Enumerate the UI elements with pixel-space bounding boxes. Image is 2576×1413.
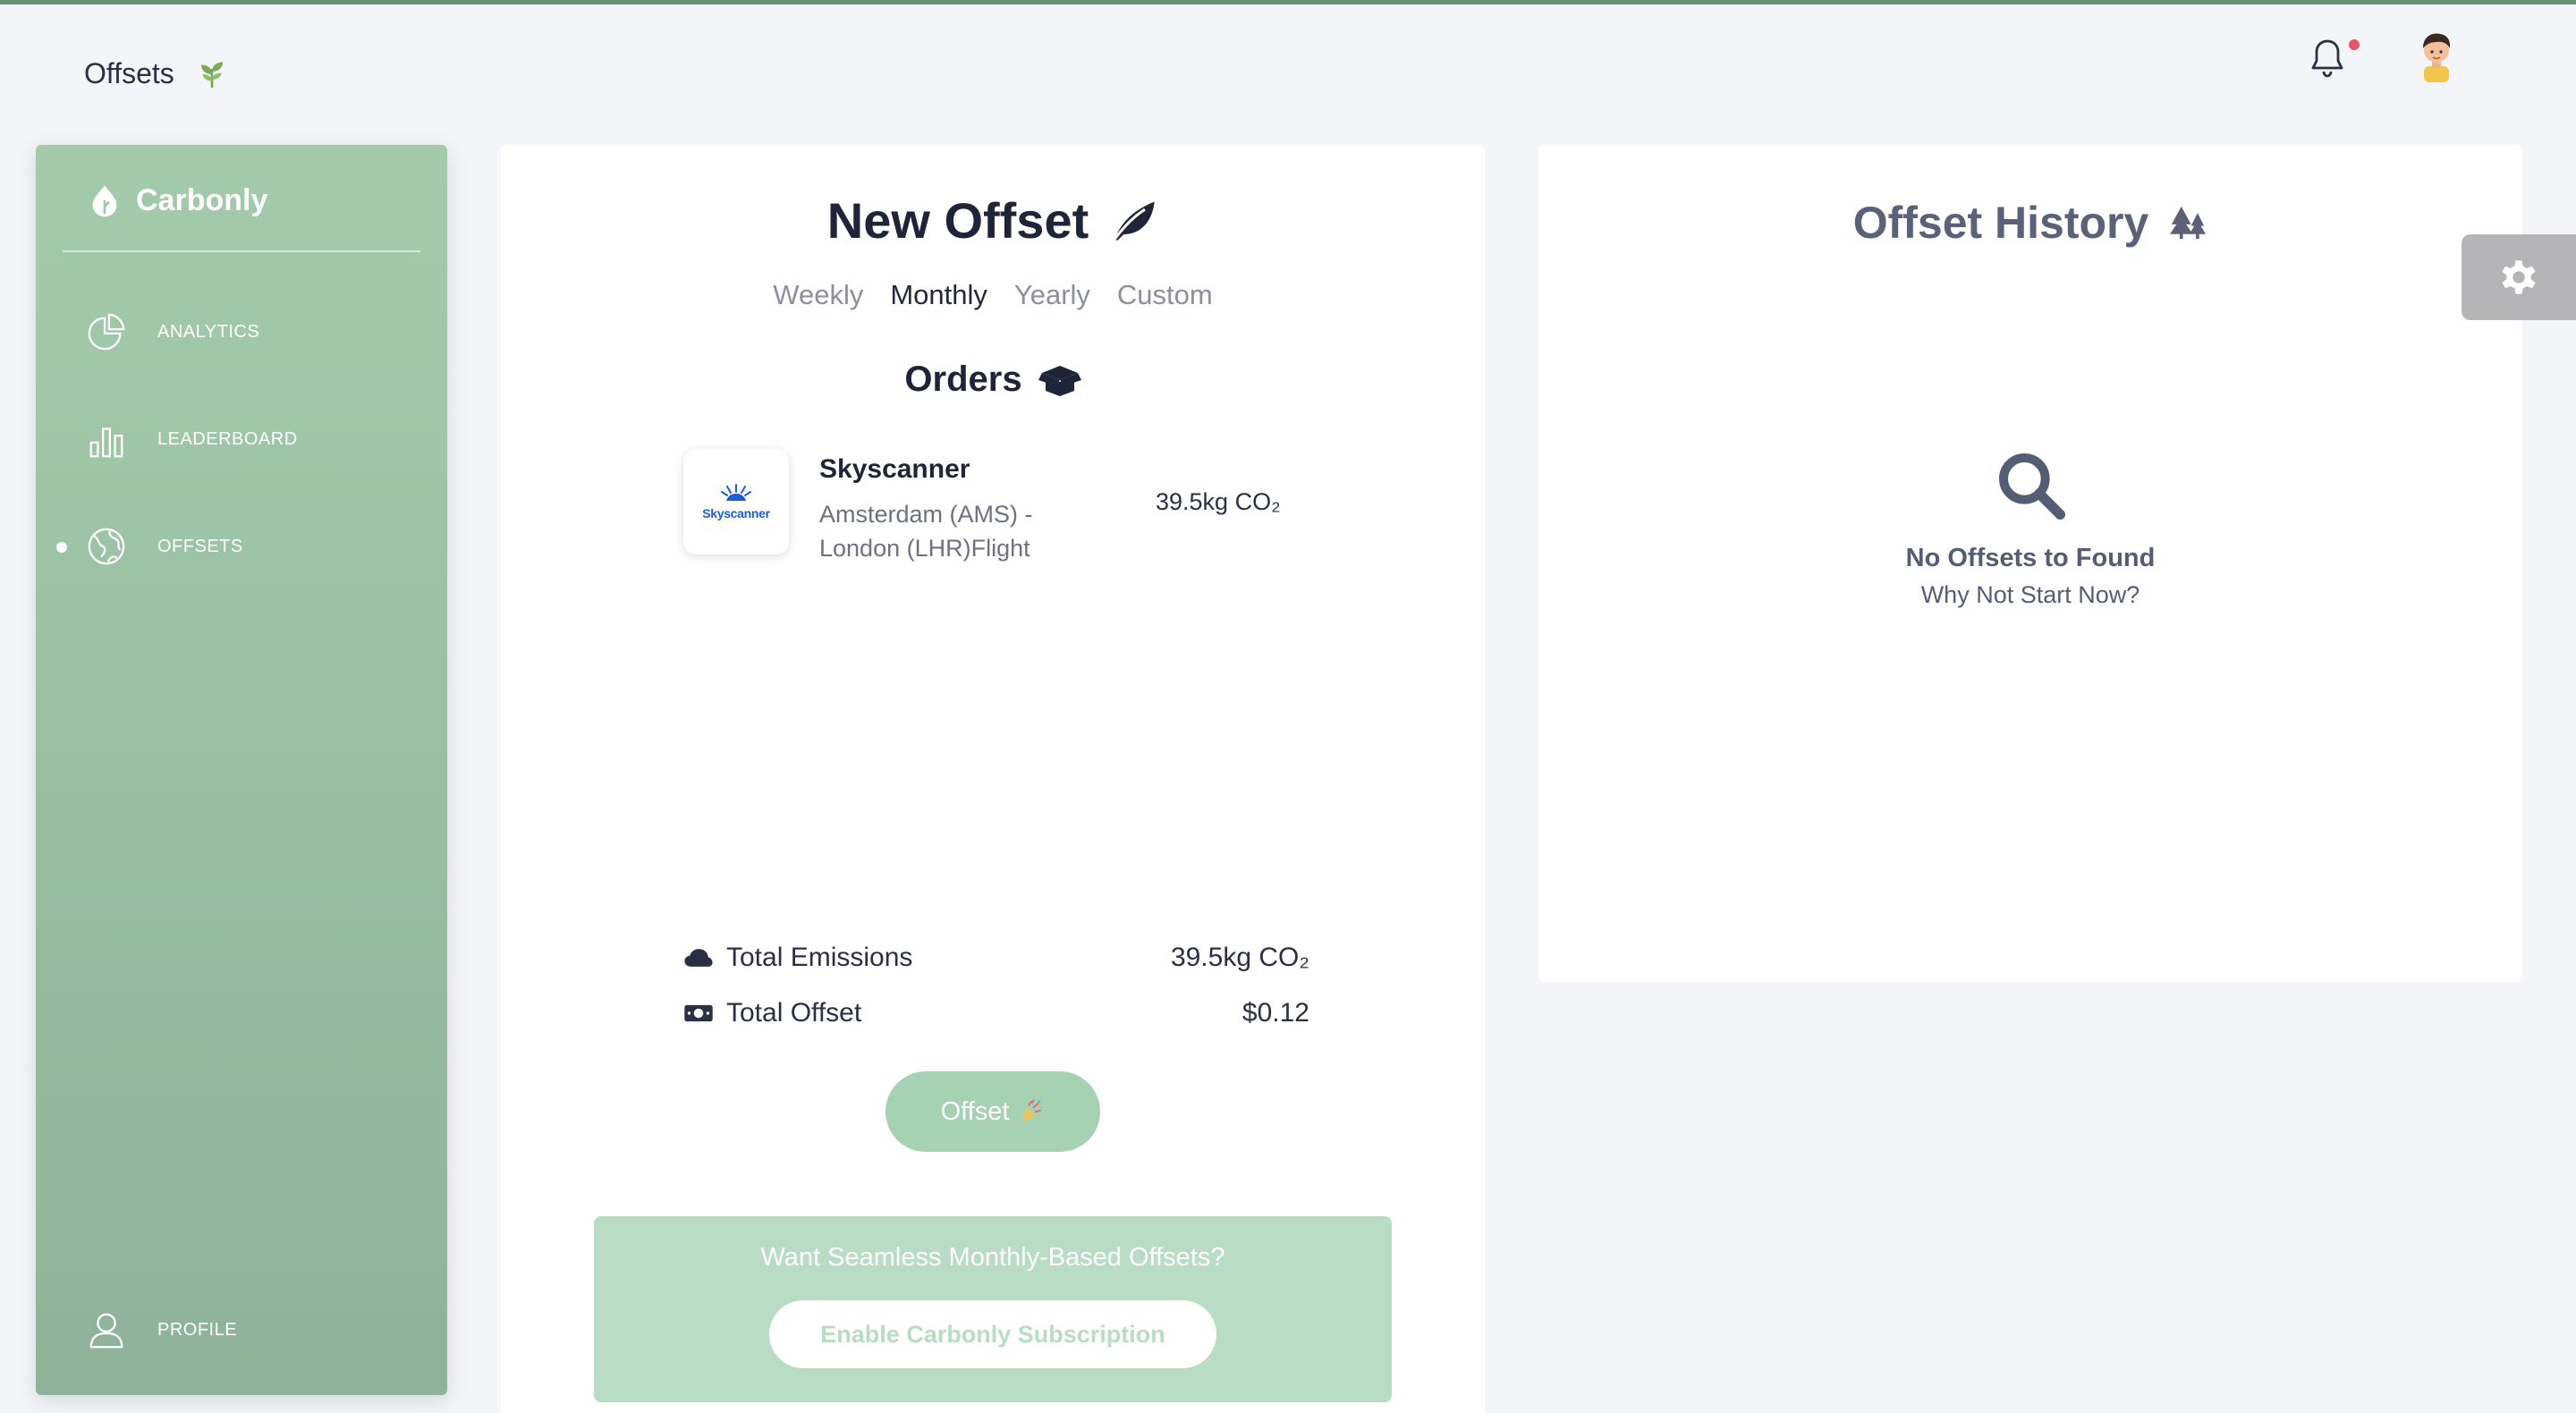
order-logo: Skyscanner [683, 449, 789, 554]
user-icon [89, 1313, 123, 1349]
settings-tab[interactable] [2462, 234, 2576, 320]
orders-heading: Orders [501, 360, 1485, 400]
offset-history-card: Offset History No Offsets to Found Why N… [1538, 145, 2522, 982]
sidebar-item-analytics[interactable]: ANALYTICS [86, 311, 259, 352]
total-emissions-label: Total Emissions [726, 943, 913, 972]
sidebar-item-offsets[interactable]: OFFSETS [86, 526, 243, 567]
skyscanner-sunrise-icon [721, 484, 751, 501]
sidebar-item-label: OFFSETS [157, 536, 243, 556]
total-emissions-row: Total Emissions 39.5kg CO₂ [683, 943, 1309, 973]
offset-button[interactable]: Offset [886, 1071, 1100, 1152]
cloud-icon [684, 949, 713, 967]
tab-yearly[interactable]: Yearly [1014, 279, 1090, 311]
order-route: Amsterdam (AMS) - London (LHR)Flight [819, 501, 1033, 562]
brand[interactable]: Carbonly [89, 182, 267, 218]
feather-leaf-icon [1113, 200, 1155, 241]
sidebar: Carbonly ANALYTICS LEADERBOARD OFFSETS P… [36, 145, 447, 1395]
globe-icon [88, 528, 125, 565]
promo-text: Want Seamless Monthly-Based Offsets? [760, 1243, 1225, 1272]
page-title-text: Offsets [84, 57, 174, 89]
total-offset-label: Total Offset [726, 998, 862, 1028]
leaf-drop-icon [92, 185, 117, 217]
order-logo-text: Skyscanner [702, 506, 770, 520]
order-amount: 39.5kg CO₂ [1156, 488, 1281, 515]
tab-monthly[interactable]: Monthly [890, 279, 987, 311]
sidebar-item-profile[interactable]: PROFILE [86, 1309, 237, 1350]
page-title: Offsets [84, 57, 228, 90]
active-indicator-dot [56, 542, 67, 553]
open-box-icon [1038, 365, 1081, 396]
tab-weekly[interactable]: Weekly [773, 279, 863, 311]
total-offset-value: $0.12 [1241, 998, 1309, 1028]
brand-name: Carbonly [136, 182, 268, 217]
sidebar-divider [63, 250, 420, 252]
search-icon [1999, 453, 2065, 520]
sprout-leaf-icon [200, 62, 223, 88]
notification-dot [2349, 39, 2360, 50]
money-bill-icon [684, 1004, 713, 1022]
party-popper-icon [1021, 1099, 1044, 1122]
empty-state-subtitle: Why Not Start Now? [1920, 581, 2140, 608]
orders-heading-text: Orders [904, 360, 1022, 399]
subscription-promo: Want Seamless Monthly-Based Offsets? Ena… [594, 1216, 1392, 1402]
new-offset-title-text: New Offset [826, 192, 1089, 249]
sidebar-item-label: ANALYTICS [157, 321, 260, 342]
sidebar-item-label: PROFILE [157, 1319, 238, 1340]
offset-history-title-text: Offset History [1852, 198, 2149, 248]
order-name: Skyscanner [819, 454, 970, 484]
trees-icon [2170, 206, 2207, 240]
total-emissions-value: 39.5kg CO₂ [1170, 943, 1309, 972]
new-offset-title: New Offset [501, 191, 1485, 250]
tab-custom[interactable]: Custom [1117, 279, 1213, 311]
offset-history-title: Offset History [1538, 197, 2522, 249]
enable-subscription-button[interactable]: Enable Carbonly Subscription [769, 1300, 1216, 1368]
empty-state-title: No Offsets to Found [1905, 544, 2156, 572]
bell-icon[interactable] [2306, 36, 2349, 82]
sidebar-item-label: LEADERBOARD [157, 428, 298, 449]
gear-icon [2502, 260, 2536, 294]
bar-chart-icon [89, 427, 123, 458]
top-accent-line [0, 0, 2576, 4]
user-avatar-icon[interactable] [2411, 27, 2462, 82]
sidebar-item-leaderboard[interactable]: LEADERBOARD [86, 419, 298, 460]
new-offset-card: New Offset Weekly Monthly Yearly Custom … [501, 145, 1485, 1413]
period-tabs: Weekly Monthly Yearly Custom [501, 279, 1485, 311]
total-offset-row: Total Offset $0.12 [683, 998, 1309, 1028]
offset-button-label: Offset [940, 1096, 1010, 1126]
pie-chart-icon [88, 313, 125, 351]
